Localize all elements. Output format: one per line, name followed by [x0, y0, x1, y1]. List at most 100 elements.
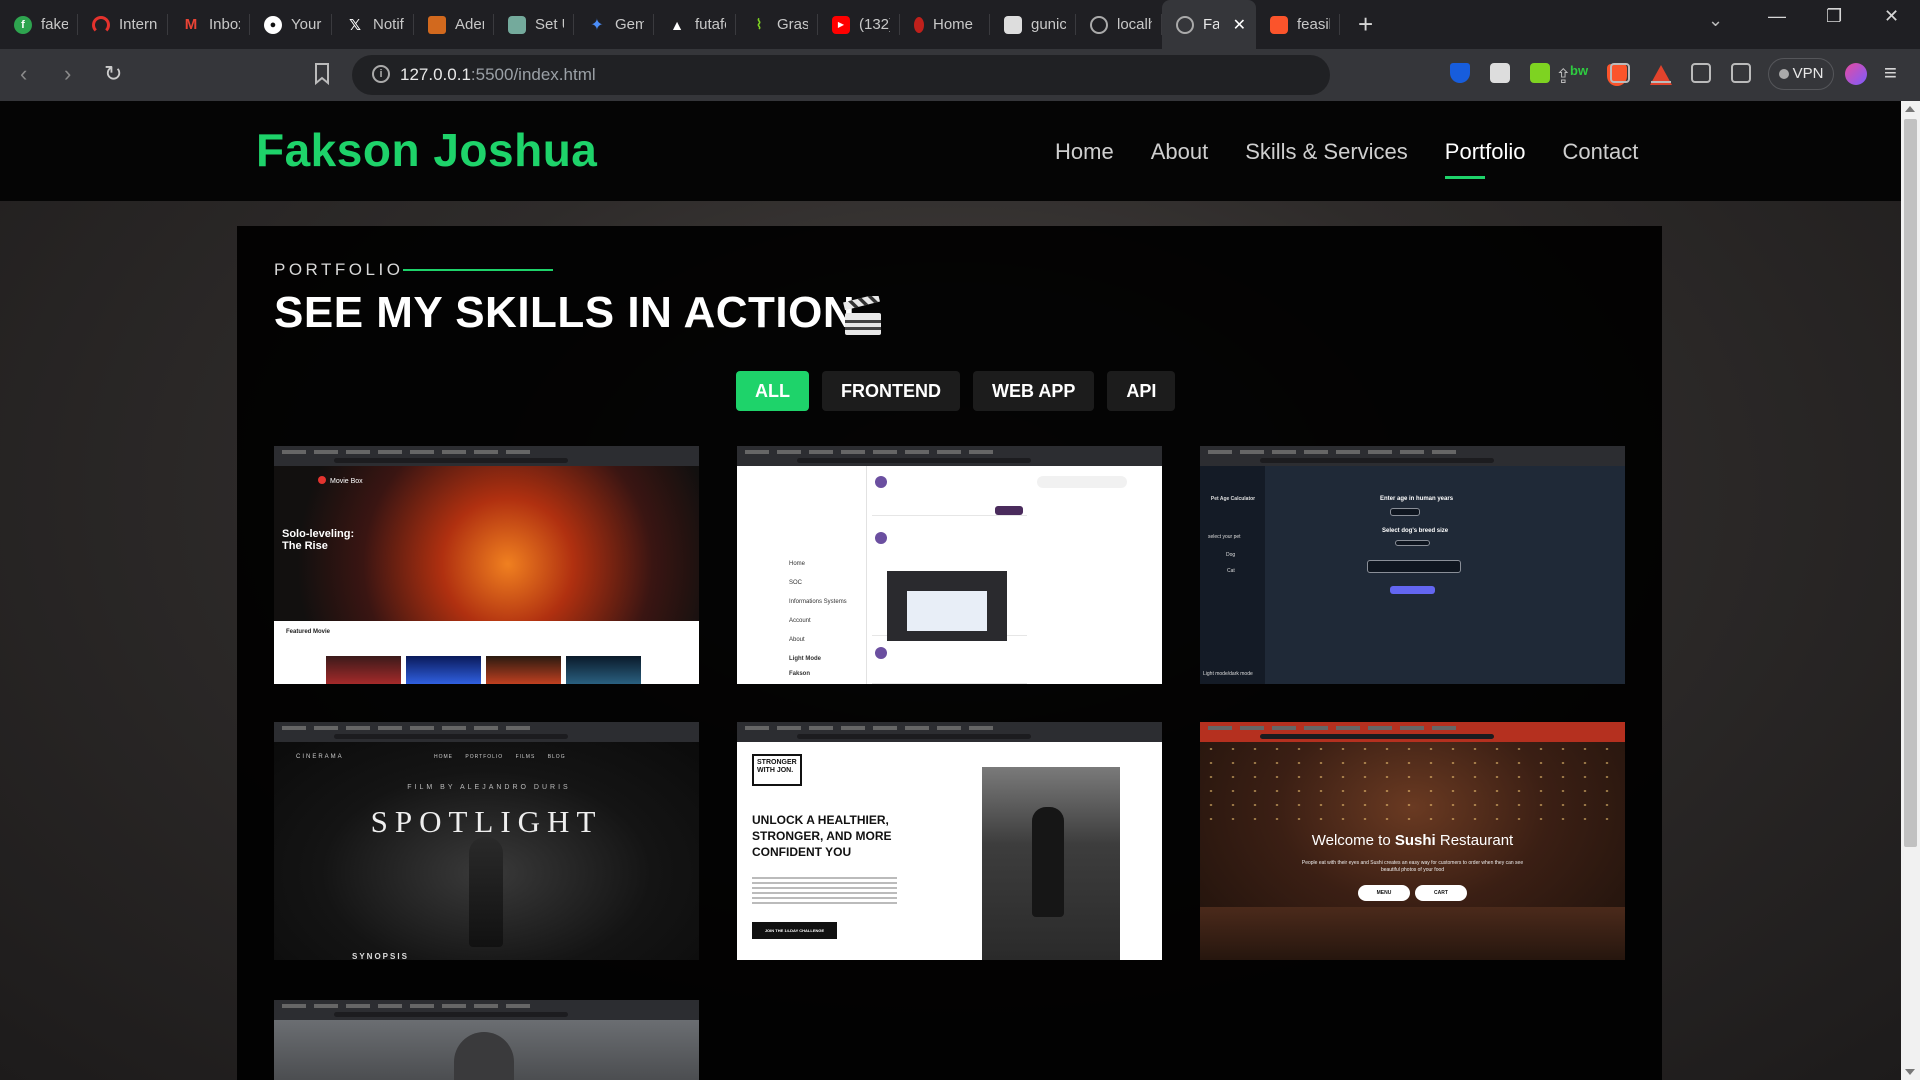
thumbnail-section-label: SYNOPSIS — [352, 952, 409, 960]
chevron-down-icon[interactable]: ⌄ — [1708, 10, 1723, 31]
thumbnail-paragraph — [752, 877, 897, 907]
thumbnail-label: Select dog's breed size — [1382, 528, 1449, 534]
browser-tab[interactable]: ▲ futafo — [654, 0, 736, 49]
close-window-icon[interactable]: ✕ — [1884, 6, 1899, 27]
thumbnail-subtitle: FILM BY ALEJANDRO DURIS — [407, 784, 571, 791]
section-heading: SEE MY SKILLS IN ACTION — [274, 288, 856, 337]
thumbnail-body: Movie Box Solo-leveling: The Rise Featur… — [274, 466, 699, 684]
nav-contact[interactable]: Contact — [1563, 139, 1639, 165]
project-card-fitness[interactable]: STRONGER WITH JON. UNLOCK A HEALTHIER, S… — [737, 722, 1162, 960]
project-card-movie-box[interactable]: Movie Box Solo-leveling: The Rise Featur… — [274, 446, 699, 684]
bw-extension-icon[interactable]: bw — [1570, 63, 1590, 83]
grass-extension-icon[interactable] — [1530, 63, 1550, 83]
scroll-up-icon[interactable] — [1905, 106, 1915, 112]
thumbnail-counter — [1200, 907, 1625, 960]
profile-avatar[interactable] — [1845, 63, 1867, 85]
browser-toolbar: ‹ › ↻ i 127.0.0.1:5500/index.html ⇪ bw V… — [0, 49, 1920, 101]
filter-all[interactable]: ALL — [736, 371, 809, 411]
new-tab-icon[interactable]: + — [1358, 9, 1373, 40]
back-icon[interactable]: ‹ — [20, 61, 27, 87]
nav-about[interactable]: About — [1151, 139, 1209, 165]
browser-tab[interactable]: ● Your R — [250, 0, 332, 49]
reload-icon[interactable]: ↻ — [104, 61, 122, 87]
thumbnail-title: Welcome to Sushi Restaurant — [1311, 832, 1514, 849]
restore-icon[interactable]: ❐ — [1826, 6, 1842, 27]
project-card-pet-age-calculator[interactable]: Pet Age Calculator select your pet Dog C… — [1200, 446, 1625, 684]
project-card-sushi-restaurant[interactable]: Welcome to Sushi Restaurant People eat w… — [1200, 722, 1625, 960]
github-icon: ● — [264, 15, 282, 34]
thumbnail-browser-bar — [737, 722, 1162, 742]
site-logo[interactable]: Fakson Joshua — [256, 123, 597, 177]
letter-f-icon: f — [14, 15, 32, 34]
browser-tab[interactable]: ▶ (132) — [818, 0, 900, 49]
browser-tab[interactable]: Interne — [78, 0, 168, 49]
browser-tab[interactable]: 𝕏 Notific — [332, 0, 414, 49]
nav-portfolio[interactable]: Portfolio — [1444, 139, 1526, 179]
scrollbar-thumb[interactable] — [1904, 119, 1917, 847]
thumbnail-sidebar: Pet Age Calculator select your pet Dog C… — [1200, 466, 1265, 684]
browser-tab[interactable]: Adem — [414, 0, 494, 49]
thumbnail-section-label: Featured Movie — [286, 629, 331, 635]
vpn-button[interactable]: VPN — [1768, 58, 1834, 90]
thumbnail-menu-item: Informations Systems — [789, 599, 847, 605]
project-card-social-app[interactable]: Home SOC Informations Systems Account Ab… — [737, 446, 1162, 684]
browser-tab[interactable]: feasib — [1256, 0, 1340, 49]
thumbnail-title: Pet Age Calculator — [1210, 496, 1256, 502]
thumbnail-brand: CINERAMA — [296, 754, 344, 760]
filter-web-app[interactable]: WEB APP — [973, 371, 1095, 411]
filter-frontend[interactable]: FRONTEND — [822, 371, 960, 411]
bookmark-icon[interactable] — [312, 62, 332, 86]
eyebrow-divider — [403, 269, 553, 271]
browser-tab-active[interactable]: Fa ✕ — [1162, 0, 1256, 49]
filter-api[interactable]: API — [1107, 371, 1176, 411]
thumbnail-photo — [982, 767, 1120, 960]
browser-tab[interactable]: f fakeye — [0, 0, 78, 49]
browser-tab[interactable]: Set Us — [494, 0, 574, 49]
project-card-spotlight[interactable]: CINERAMA HOME PORTFOLIO FILMS BLOG FILM … — [274, 722, 699, 960]
x-icon: 𝕏 — [348, 16, 362, 34]
thumbnail-sidebar: Home SOC Informations Systems Account Ab… — [737, 466, 867, 684]
thumbnail-menu-item: Dog — [1226, 552, 1236, 558]
thumbnail-cart-button: CART — [1415, 885, 1467, 901]
scroll-down-icon[interactable] — [1905, 1069, 1915, 1075]
thumbnail-body: Home SOC Informations Systems Account Ab… — [737, 466, 1162, 684]
puzzle-icon[interactable] — [1610, 63, 1630, 83]
movie-poster — [566, 656, 641, 684]
page-scrollbar[interactable] — [1901, 101, 1920, 1080]
address-bar[interactable]: i 127.0.0.1:5500/index.html ⇪ — [352, 55, 1672, 95]
youtube-icon: ▶ — [832, 15, 850, 34]
wallet-icon[interactable] — [1731, 63, 1751, 83]
thumbnail-browser-bar — [737, 446, 1162, 466]
site-info-icon[interactable]: i — [372, 65, 390, 83]
thumbnail-search — [1037, 476, 1127, 488]
thumbnail-input — [1390, 508, 1420, 516]
close-tab-icon[interactable]: ✕ — [1233, 15, 1246, 35]
thumbnail-body: STRONGER WITH JON. UNLOCK A HEALTHIER, S… — [737, 742, 1162, 960]
browser-tab[interactable]: M Inbox — [168, 0, 250, 49]
openai-icon — [508, 15, 526, 34]
thumbnail-menu-item: SOC — [789, 580, 803, 586]
sidebar-icon[interactable] — [1691, 63, 1711, 83]
nav-skills-services[interactable]: Skills & Services — [1245, 139, 1408, 165]
thumbnail-menu-item: Cat — [1227, 568, 1235, 574]
url-text[interactable]: 127.0.0.1:5500/index.html — [400, 65, 596, 85]
minimize-icon[interactable]: — — [1768, 6, 1786, 27]
browser-tab[interactable]: Home — [900, 0, 990, 49]
browser-tab[interactable]: ⌇ Grass — [736, 0, 818, 49]
browser-tab[interactable]: ✦ Gemin — [574, 0, 654, 49]
browser-tab[interactable]: gunico — [990, 0, 1076, 49]
thumbnail-title: SPOTLIGHT — [370, 804, 603, 839]
project-card-partial[interactable] — [274, 1000, 699, 1080]
thumbnail-browser-bar — [1200, 722, 1625, 742]
thumbnail-browser-bar — [274, 722, 699, 742]
thumbnail-figure — [454, 1032, 514, 1080]
download-icon[interactable] — [1651, 63, 1671, 83]
forward-icon[interactable]: › — [64, 61, 71, 87]
hamburger-menu-icon[interactable]: ≡ — [1884, 60, 1897, 86]
extension-icon[interactable] — [1490, 63, 1510, 83]
thumbnail-browser-bar — [274, 1000, 699, 1020]
grass-icon: ⌇ — [755, 16, 763, 32]
bitwarden-icon[interactable] — [1450, 63, 1470, 83]
nav-home[interactable]: Home — [1055, 139, 1114, 165]
browser-tab[interactable]: localh — [1076, 0, 1162, 49]
